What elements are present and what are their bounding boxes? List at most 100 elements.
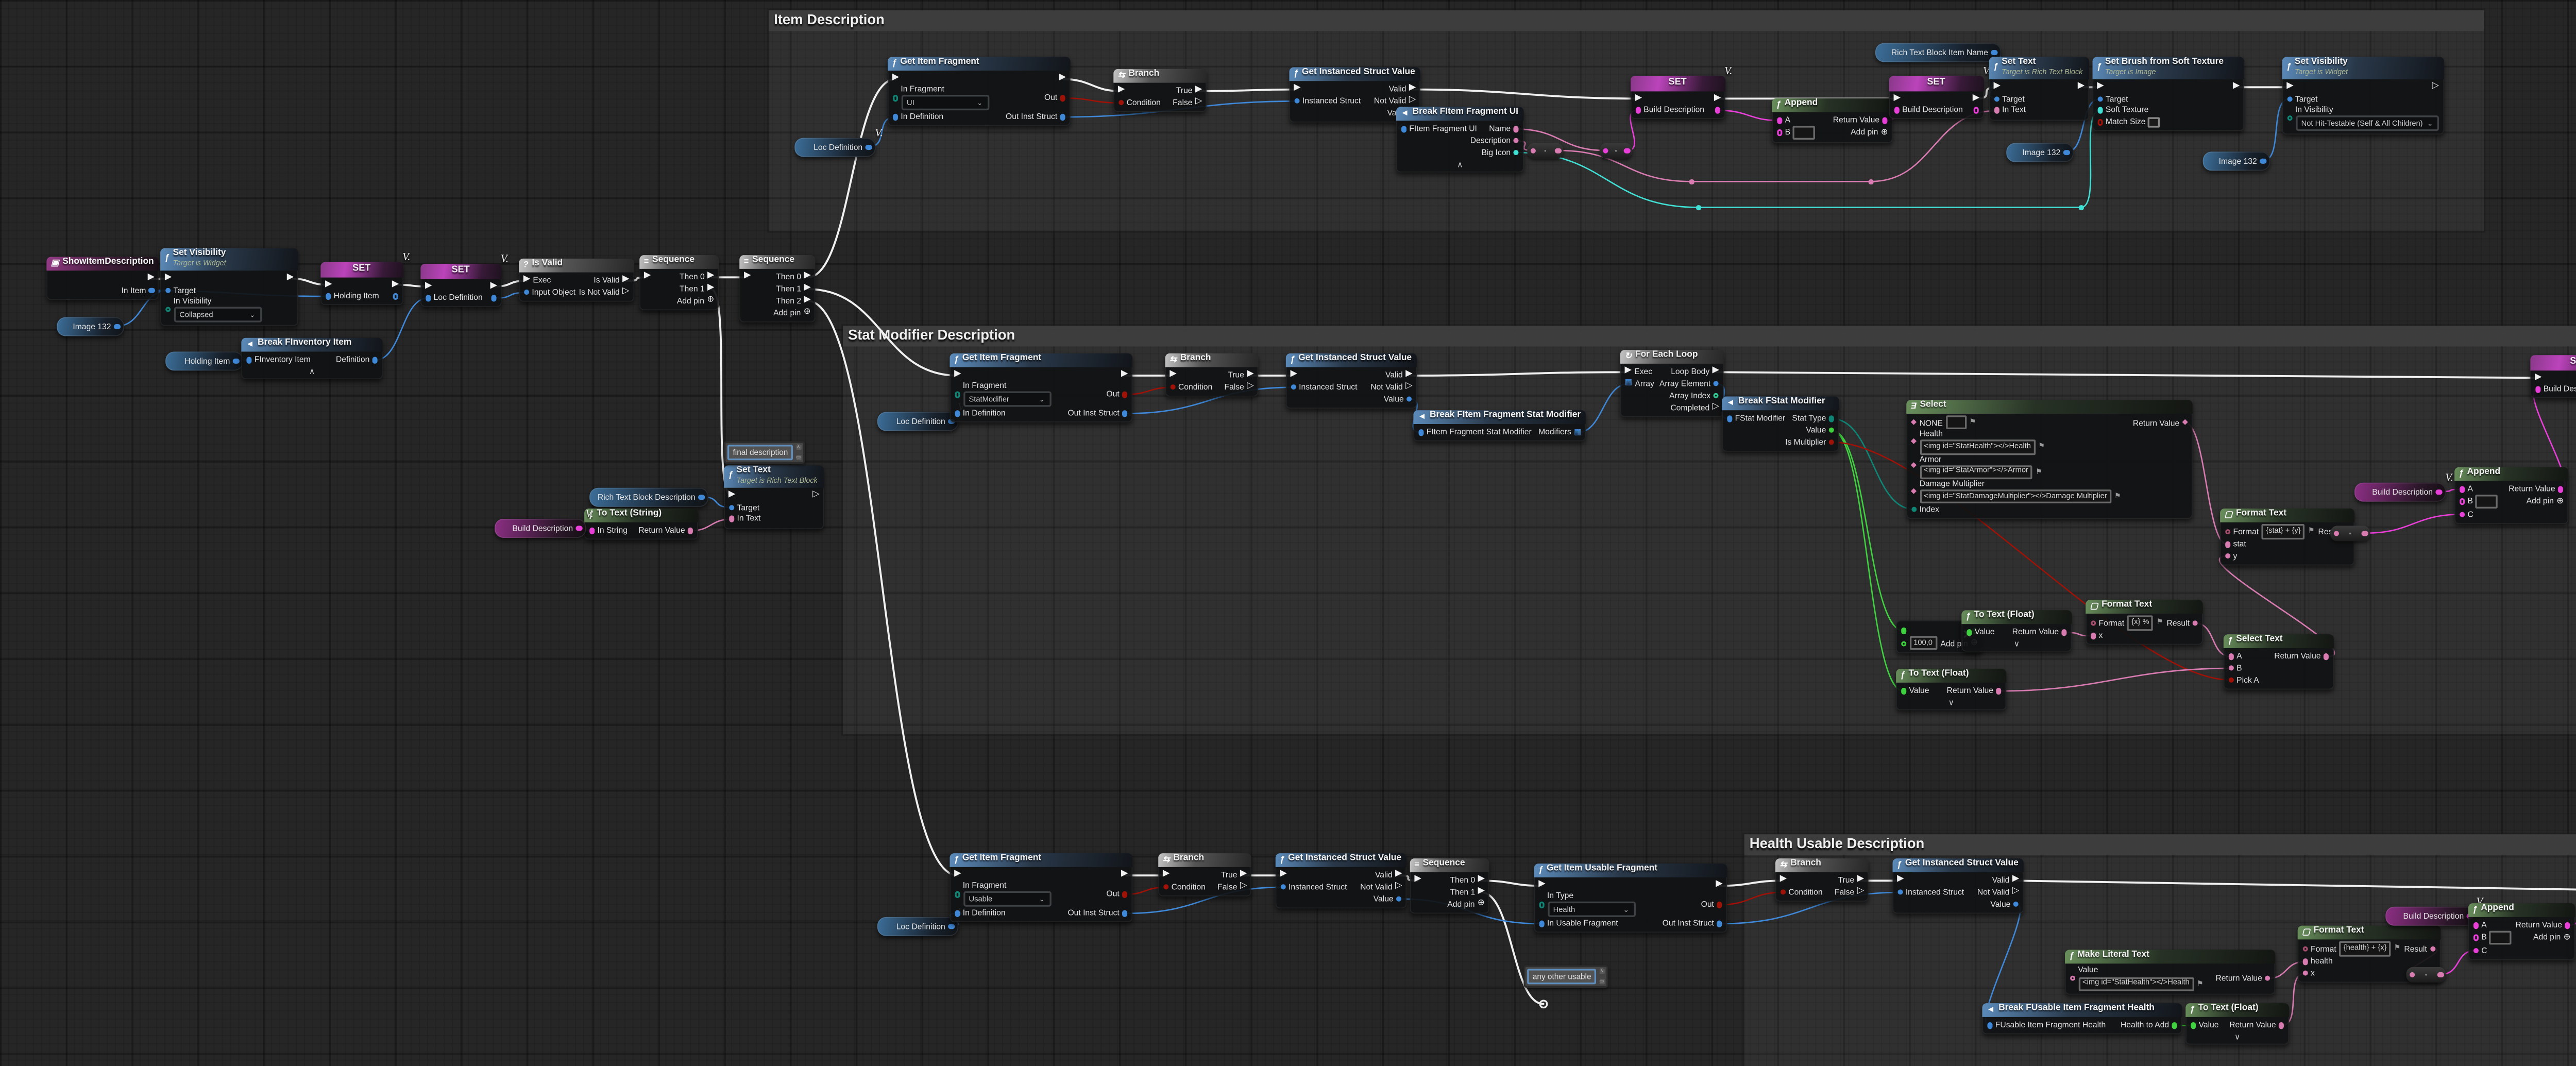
pin-in-definition[interactable] — [954, 910, 960, 916]
wire-reroute-dot[interactable] — [1869, 179, 1873, 184]
pin-bubble-icon[interactable]: ⊼ — [795, 445, 801, 451]
pin-fitem-fragment-stat-modifier[interactable] — [1418, 430, 1423, 435]
textbox[interactable]: <img id="StatHealth"></>Health — [1920, 441, 2036, 454]
pin-finventory-item[interactable] — [246, 357, 251, 363]
dangling-wire-end[interactable] — [1539, 1000, 1548, 1008]
pin-a[interactable] — [1776, 117, 1782, 123]
pin-stat[interactable] — [2225, 542, 2230, 547]
pin-input-object[interactable] — [523, 290, 529, 295]
pin-condition[interactable] — [1163, 884, 1168, 890]
node-sequence[interactable]: ≡Sequence▶Then 0▶Then 1▶Add pin⊕ — [1410, 858, 1489, 913]
pin-return-value[interactable] — [688, 528, 693, 533]
pin-p[interactable] — [2063, 149, 2069, 155]
reroute-node[interactable] — [1527, 143, 1564, 158]
node-make-literal-text[interactable]: ƒMake Literal TextValue<img id="StatHeal… — [2065, 950, 2275, 994]
variable-pill-holding-item[interactable]: Holding Item — [165, 352, 243, 370]
node-get-item-fragment[interactable]: ƒGet Item Fragment▶▶In FragmentUsable⌄Ou… — [950, 853, 1132, 923]
pin-array-element[interactable] — [1714, 381, 1719, 386]
pin-eo[interactable]: ▶ — [392, 280, 399, 289]
pin-then-1[interactable]: ▶ — [1478, 888, 1485, 896]
pin-b[interactable] — [2228, 665, 2234, 671]
pin-build-description[interactable] — [1893, 107, 1899, 113]
dropdown[interactable]: Collapsed⌄ — [173, 307, 261, 323]
pin-value[interactable] — [1406, 396, 1412, 402]
pin-not-valid[interactable]: ▷ — [1409, 97, 1416, 106]
dropdown[interactable]: Health⌄ — [1547, 902, 1635, 918]
pin-o[interactable] — [1624, 147, 1630, 153]
reroute-node[interactable] — [2330, 526, 2370, 540]
node-set-text[interactable]: ƒSet TextTarget is Rich Text Block▶▶Targ… — [1989, 57, 2089, 120]
pin-o[interactable] — [1555, 147, 1561, 153]
node-set-text[interactable]: ƒSet TextTarget is Rich Text Block▶▷Targ… — [724, 465, 824, 528]
pin-x[interactable] — [2302, 971, 2308, 976]
pin-out-inst-struct[interactable] — [1122, 411, 1128, 416]
add-pin-icon[interactable]: ⊕ — [707, 296, 714, 305]
textbox[interactable] — [1793, 126, 1814, 140]
pin-ei[interactable]: ▶ — [2097, 83, 2104, 92]
node-is-valid[interactable]: ?Is Valid▶ExecIs Valid▶Input ObjectIs No… — [519, 259, 634, 302]
pin-o[interactable] — [2362, 530, 2367, 536]
node-set-brush-from-soft-texture[interactable]: ƒSet Brush from Soft TextureTarget is Im… — [2093, 57, 2244, 131]
pin-valid[interactable]: ▶ — [1405, 371, 1412, 380]
pin-i2[interactable] — [1901, 640, 1906, 646]
pin-vis[interactable] — [165, 307, 171, 312]
node-break-finventory-item[interactable]: ◄Break FInventory ItemFInventory ItemDef… — [241, 338, 382, 380]
dropdown[interactable]: StatModifier⌄ — [963, 392, 1051, 408]
pin-eo[interactable]: ▶ — [1121, 871, 1128, 879]
pin-stat-type[interactable] — [1829, 416, 1835, 421]
node-append[interactable]: ƒAppendAReturn ValueBAdd pin⊕C — [2468, 903, 2575, 960]
node-showitemdescription[interactable]: ▣ShowItemDescription▶In Item — [46, 257, 159, 300]
pin-fitem-fragment-ui[interactable] — [1401, 126, 1406, 132]
node-select-text[interactable]: ƒSelect TextAReturn ValueBPick A — [2224, 634, 2334, 689]
node-comment-bubble[interactable]: final description⊼▭ — [724, 441, 805, 463]
dropdown[interactable]: Not Hit-Testable (Self & All Children)⌄ — [2295, 115, 2439, 131]
pin-type[interactable] — [1538, 902, 1544, 907]
pin-array-index[interactable] — [1714, 393, 1719, 398]
pin-out-inst-struct[interactable] — [1717, 921, 1722, 926]
node-to-text-string[interactable]: ƒTo Text (String)In StringReturn Value — [584, 509, 698, 540]
pin-vout[interactable] — [393, 294, 399, 299]
pin-i[interactable] — [2409, 972, 2415, 977]
node-set-visibility[interactable]: ƒSet VisibilityTarget is Widget▶▷TargetI… — [2282, 57, 2444, 134]
variable-pill-rich-text-block-description[interactable]: Rich Text Block Description — [589, 488, 708, 506]
node-break-fstat-modifier[interactable]: ◄Break FStat ModifierFStat ModifierStat … — [1722, 396, 1839, 451]
variable-pill-loc-definition[interactable]: Loc DefinitionV. — [794, 138, 876, 156]
node-append[interactable]: ƒAppendAReturn ValueBAdd pin⊕C — [2454, 467, 2568, 524]
pin-out-inst-struct[interactable] — [1122, 910, 1128, 916]
pin-ei[interactable]: ▶ — [1280, 871, 1286, 879]
node-set[interactable]: SET▶▶Holding ItemV. — [320, 262, 403, 306]
pin-format[interactable] — [2225, 529, 2230, 534]
pin-ei[interactable]: ▶ — [1538, 882, 1545, 890]
pin-big-icon[interactable] — [1513, 149, 1519, 155]
pin-name[interactable] — [1513, 126, 1519, 132]
pin-eo[interactable]: ▶ — [1714, 94, 1721, 103]
pin-ei[interactable]: ▶ — [1170, 371, 1176, 380]
pin-ei[interactable]: ▶ — [1163, 871, 1170, 879]
pin-instanced-struct[interactable] — [1280, 884, 1285, 890]
pin-vout[interactable] — [1974, 107, 1979, 113]
pin-definition[interactable] — [372, 357, 378, 363]
node-get-item-fragment[interactable]: ƒGet Item Fragment▶▶In FragmentStatModif… — [950, 353, 1132, 423]
pin-valid[interactable]: ▶ — [2012, 876, 2019, 885]
reroute-node[interactable] — [1600, 143, 1633, 158]
pin-y[interactable] — [2225, 553, 2230, 559]
pin-p[interactable] — [2260, 158, 2266, 163]
pin-p[interactable] — [866, 144, 871, 150]
pin-i[interactable] — [2333, 530, 2339, 536]
node-set-visibility[interactable]: ƒSet VisibilityTarget is Widget▶▶TargetI… — [160, 248, 298, 326]
textbox[interactable]: <img id="StatArmor"></>Armor — [1920, 465, 2033, 479]
pin-return-value[interactable]: ◆ — [2182, 419, 2188, 427]
pin-ei[interactable]: ▶ — [1893, 94, 1900, 103]
node-append[interactable]: ƒAppendAReturn ValueBAdd pin⊕ — [1772, 98, 1892, 143]
pin-i[interactable] — [1530, 147, 1536, 153]
node-branch[interactable]: ⇆Branch▶True▶ConditionFalse▷ — [1775, 858, 1869, 902]
variable-pill-image-132[interactable]: Image 132 — [2006, 143, 2074, 161]
pin-build-description[interactable] — [2535, 386, 2540, 392]
node-to-text-float[interactable]: ƒTo Text (Float)ValueReturn Value∨ — [2185, 1003, 2289, 1045]
pin-then-0[interactable]: ▶ — [1478, 876, 1485, 885]
pin-instanced-struct[interactable] — [1290, 384, 1296, 390]
pin-true[interactable]: ▶ — [1240, 871, 1247, 879]
pin-target[interactable] — [1994, 96, 1999, 101]
pin-value[interactable] — [1966, 630, 1972, 635]
pin-b[interactable] — [2459, 499, 2465, 504]
